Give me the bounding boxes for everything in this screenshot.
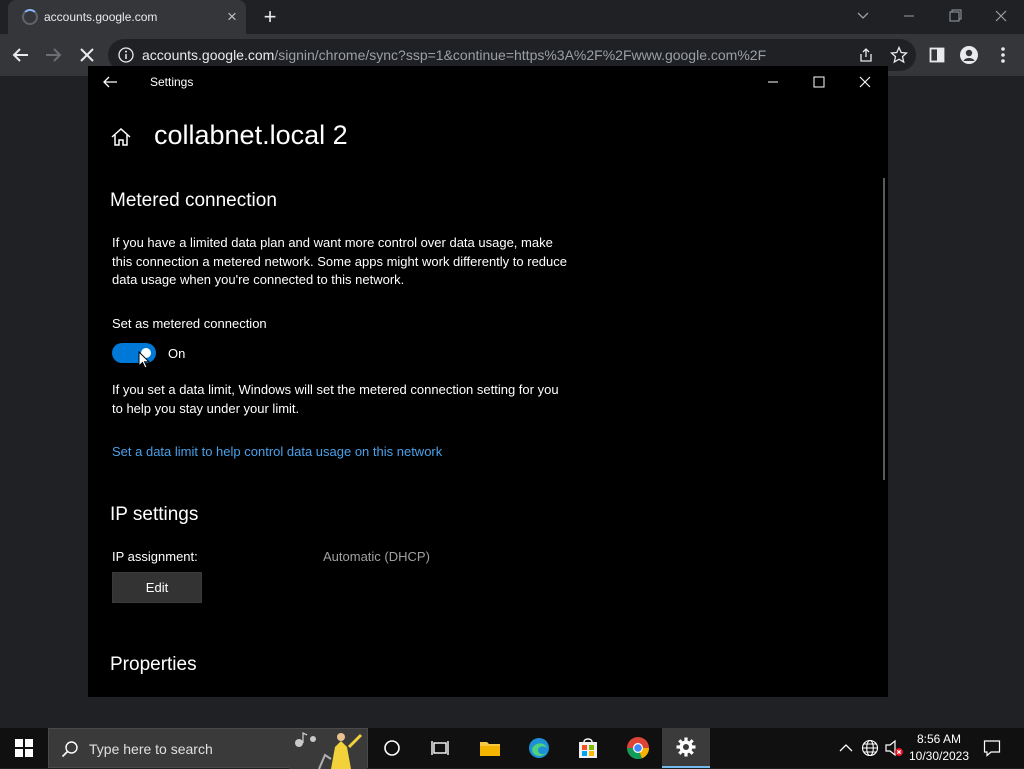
browser-close-button[interactable] — [986, 4, 1016, 28]
new-tab-button[interactable]: + — [258, 5, 282, 29]
forward-arrow-icon — [46, 48, 62, 62]
stop-loading-button[interactable] — [74, 42, 100, 68]
chrome-icon — [627, 737, 650, 760]
notifications-icon[interactable] — [982, 738, 1002, 758]
file-explorer-button[interactable] — [466, 728, 514, 768]
network-globe-icon[interactable] — [860, 738, 880, 758]
side-panel-icon — [929, 47, 945, 63]
settings-window: Settings collabnet.local 2 Metered conne… — [88, 66, 888, 697]
clock-time[interactable]: 8:56 AM — [910, 732, 968, 746]
microsoft-store-button[interactable] — [564, 728, 612, 768]
toggle-state-text: On — [168, 346, 186, 361]
task-view-button[interactable] — [416, 728, 464, 768]
clock-date[interactable]: 10/30/2023 — [905, 749, 973, 763]
settings-taskbar-button[interactable] — [662, 728, 710, 768]
ip-edit-button[interactable]: Edit — [112, 572, 202, 603]
ip-settings-heading: IP settings — [110, 504, 199, 525]
data-limit-note: If you set a data limit, Windows will se… — [112, 382, 559, 416]
settings-close-button[interactable] — [851, 70, 879, 94]
show-hidden-icons-chevron-icon[interactable] — [836, 738, 856, 758]
settings-gear-icon — [676, 737, 696, 757]
mouse-cursor-icon — [138, 351, 150, 369]
store-bag-icon — [579, 738, 597, 758]
browser-tab[interactable]: accounts.google.com × — [8, 0, 246, 34]
task-view-icon — [431, 741, 449, 755]
profile-avatar-icon — [960, 46, 978, 64]
search-highlight-art-icon — [289, 729, 367, 769]
settings-scrollbar[interactable] — [883, 178, 885, 480]
start-button[interactable] — [0, 728, 48, 768]
tab-title: accounts.google.com — [44, 10, 158, 24]
back-button[interactable] — [8, 42, 34, 68]
properties-heading: Properties — [110, 654, 197, 675]
search-icon — [61, 741, 78, 758]
loading-spinner-icon — [22, 9, 38, 25]
metered-toggle-label: Set as metered connection — [112, 316, 267, 331]
folder-icon — [480, 742, 500, 756]
ip-assignment-label: IP assignment: — [112, 549, 198, 564]
browser-restore-button[interactable] — [940, 4, 970, 28]
browser-tabbar: accounts.google.com × + — [0, 0, 1024, 34]
browser-minimize-button[interactable] — [894, 4, 924, 28]
taskbar: Type here to search 8:56 AM 10/30/2023 — [0, 728, 1024, 769]
tab-close-icon[interactable]: × — [222, 7, 242, 27]
cortana-circle-icon — [384, 740, 400, 756]
metered-description: If you have a limited data plan and want… — [112, 235, 567, 287]
settings-app-title: Settings — [150, 75, 194, 89]
ip-assignment-value: Automatic (DHCP) — [323, 549, 430, 564]
taskbar-search-box[interactable]: Type here to search — [48, 728, 368, 769]
forward-button[interactable] — [40, 42, 66, 68]
share-icon[interactable] — [858, 47, 874, 63]
settings-minimize-button[interactable] — [759, 70, 787, 94]
settings-back-icon[interactable] — [102, 74, 118, 90]
edge-button[interactable] — [515, 728, 563, 768]
url-text: accounts.google.com/signin/chrome/sync?s… — [142, 47, 767, 63]
tab-search-chevron-icon[interactable] — [848, 4, 878, 28]
bookmark-star-icon[interactable] — [890, 46, 908, 64]
profile-button[interactable] — [956, 42, 982, 68]
kebab-menu-icon — [1001, 47, 1005, 63]
edge-browser-icon — [529, 738, 549, 758]
set-data-limit-link[interactable]: Set a data limit to help control data us… — [112, 444, 442, 459]
side-panel-button[interactable] — [924, 42, 950, 68]
metered-connection-heading: Metered connection — [110, 190, 277, 211]
page-title: collabnet.local 2 — [154, 120, 348, 150]
back-arrow-icon — [12, 48, 28, 62]
home-icon[interactable] — [110, 126, 132, 148]
stop-x-icon — [80, 48, 94, 62]
search-placeholder: Type here to search — [89, 741, 213, 757]
volume-muted-icon[interactable] — [884, 738, 904, 758]
windows-logo-icon — [15, 739, 33, 757]
chrome-taskbar-button[interactable] — [614, 728, 662, 768]
settings-maximize-button[interactable] — [805, 70, 833, 94]
cortana-button[interactable] — [368, 728, 416, 768]
browser-menu-button[interactable] — [990, 42, 1016, 68]
settings-titlebar: Settings — [88, 66, 888, 98]
site-info-icon[interactable] — [118, 47, 134, 63]
